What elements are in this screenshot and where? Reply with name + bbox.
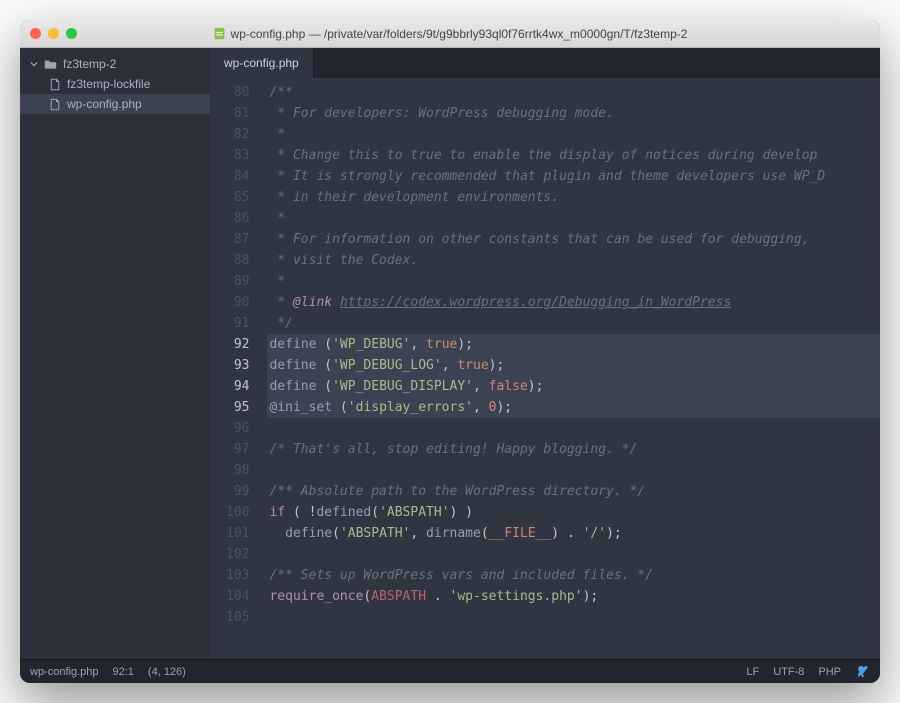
minimize-icon[interactable] [48,28,59,39]
code-line[interactable]: /* That's all, stop editing! Happy blogg… [267,439,880,460]
titlebar[interactable]: wp-config.php — /private/var/folders/9t/… [20,20,880,48]
tabbar[interactable]: wp-config.php [210,48,880,78]
code-line[interactable]: * [267,124,880,145]
statusbar: wp-config.php 92:1 (4, 126) LF UTF-8 PHP [20,659,880,683]
tab-label: wp-config.php [224,56,299,70]
tree-file-label: wp-config.php [67,97,142,111]
close-icon[interactable] [30,28,41,39]
code-viewport[interactable]: 8081828384858687888990919293949596979899… [210,78,880,659]
code-line[interactable]: * For developers: WordPress debugging mo… [267,103,880,124]
code-line[interactable]: require_once(ABSPATH . 'wp-settings.php'… [267,586,880,607]
status-encoding[interactable]: UTF-8 [773,666,804,678]
tree-file[interactable]: wp-config.php [20,94,210,114]
window-body: fz3temp-2 fz3temp-lockfile wp-config.php … [20,48,880,659]
file-tree[interactable]: fz3temp-2 fz3temp-lockfile wp-config.php [20,48,210,659]
line-gutter: 8081828384858687888990919293949596979899… [210,78,259,632]
code-line[interactable]: * [267,271,880,292]
code-line[interactable]: define ('WP_DEBUG', true); [267,334,880,355]
code-line[interactable]: * @link https://codex.wordpress.org/Debu… [267,292,880,313]
code-line[interactable] [267,607,880,628]
code-line[interactable]: if ( !defined('ABSPATH') ) [267,502,880,523]
tree-folder-label: fz3temp-2 [63,57,116,71]
tab-wp-config[interactable]: wp-config.php [210,48,314,78]
php-file-icon [213,27,226,40]
tree-file[interactable]: fz3temp-lockfile [20,74,210,94]
folder-icon [44,58,57,71]
code-line[interactable]: /** Absolute path to the WordPress direc… [267,481,880,502]
status-selection[interactable]: (4, 126) [148,666,186,678]
file-icon [48,78,61,91]
editor-area: wp-config.php 80818283848586878889909192… [210,48,880,659]
code-line[interactable]: define('ABSPATH', dirname(__FILE__) . '/… [267,523,880,544]
code-line[interactable]: define ('WP_DEBUG_LOG', true); [267,355,880,376]
chevron-down-icon [30,57,38,71]
editor-window: wp-config.php — /private/var/folders/9t/… [20,20,880,683]
tree-folder-root[interactable]: fz3temp-2 [20,54,210,74]
code-line[interactable] [267,544,880,565]
code-line[interactable]: define ('WP_DEBUG_DISPLAY', false); [267,376,880,397]
code-line[interactable]: @ini_set ('display_errors', 0); [267,397,880,418]
status-eol[interactable]: LF [746,666,759,678]
status-language[interactable]: PHP [818,666,841,678]
file-icon [48,98,61,111]
squirrel-icon[interactable] [855,664,870,679]
code-line[interactable] [267,460,880,481]
code-line[interactable]: /** Sets up WordPress vars and included … [267,565,880,586]
code-line[interactable]: * in their development environments. [267,187,880,208]
code-line[interactable] [267,418,880,439]
window-title: wp-config.php — /private/var/folders/9t/… [213,27,688,41]
traffic-lights [30,28,77,39]
tree-file-label: fz3temp-lockfile [67,77,150,91]
status-cursor[interactable]: 92:1 [113,666,134,678]
code-lines[interactable]: /** * For developers: WordPress debuggin… [259,78,880,632]
window-title-text: wp-config.php — /private/var/folders/9t/… [231,27,688,41]
code-line[interactable]: /** [267,82,880,103]
code-line[interactable]: * [267,208,880,229]
code-line[interactable]: * It is strongly recommended that plugin… [267,166,880,187]
code-line[interactable]: */ [267,313,880,334]
code-line[interactable]: * For information on other constants tha… [267,229,880,250]
code-line[interactable]: * visit the Codex. [267,250,880,271]
status-filename[interactable]: wp-config.php [30,666,99,678]
zoom-icon[interactable] [66,28,77,39]
code-line[interactable]: * Change this to true to enable the disp… [267,145,880,166]
